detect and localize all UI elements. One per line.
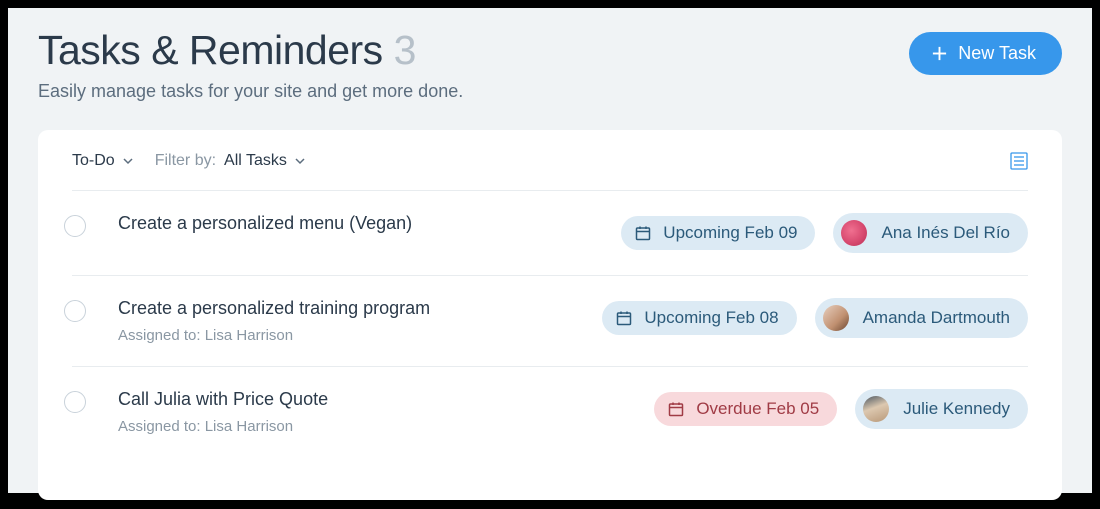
task-main[interactable]: Create a personalized training program As…	[104, 298, 584, 344]
header-row: Tasks & Reminders 3 Easily manage tasks …	[38, 28, 1062, 102]
status-filter[interactable]: To-Do	[72, 152, 133, 170]
calendar-icon	[635, 225, 651, 241]
assignee-pill[interactable]: Ana Inés Del Río	[833, 213, 1028, 253]
plus-icon	[931, 45, 948, 62]
chevron-down-icon	[123, 156, 133, 166]
due-date-pill[interactable]: Upcoming Feb 09	[621, 216, 815, 250]
task-checkbox[interactable]	[64, 391, 86, 413]
avatar	[841, 220, 867, 246]
chevron-down-icon	[295, 156, 305, 166]
avatar	[863, 396, 889, 422]
task-checkbox[interactable]	[64, 300, 86, 322]
filter-by-value: All Tasks	[224, 152, 287, 170]
calendar-icon	[616, 310, 632, 326]
task-main[interactable]: Call Julia with Price Quote Assigned to: …	[104, 389, 636, 435]
due-date-pill[interactable]: Upcoming Feb 08	[602, 301, 796, 335]
avatar	[823, 305, 849, 331]
list-view-icon[interactable]	[1010, 152, 1028, 170]
assignee-pill[interactable]: Julie Kennedy	[855, 389, 1028, 429]
due-date-label: Upcoming Feb 09	[663, 223, 797, 243]
due-date-pill[interactable]: Overdue Feb 05	[654, 392, 837, 426]
task-pills: Overdue Feb 05 Julie Kennedy	[654, 389, 1028, 429]
new-task-button[interactable]: New Task	[909, 32, 1062, 75]
task-assigned-to: Assigned to: Lisa Harrison	[118, 418, 636, 435]
task-pills: Upcoming Feb 09 Ana Inés Del Río	[621, 213, 1028, 253]
task-count: 3	[394, 27, 416, 73]
page-title: Tasks & Reminders 3	[38, 28, 463, 73]
filter-by[interactable]: Filter by: All Tasks	[155, 152, 305, 170]
task-row: Create a personalized menu (Vegan) Upcomi…	[72, 191, 1028, 276]
task-row: Call Julia with Price Quote Assigned to: …	[72, 367, 1028, 457]
task-title: Call Julia with Price Quote	[118, 389, 636, 410]
status-filter-label: To-Do	[72, 152, 115, 170]
task-title: Create a personalized training program	[118, 298, 584, 319]
due-date-label: Overdue Feb 05	[696, 399, 819, 419]
new-task-label: New Task	[958, 43, 1036, 64]
assignee-name: Ana Inés Del Río	[881, 223, 1010, 243]
filter-by-label: Filter by:	[155, 152, 216, 170]
calendar-icon	[668, 401, 684, 417]
page-subtitle: Easily manage tasks for your site and ge…	[38, 81, 463, 102]
assignee-name: Amanda Dartmouth	[863, 308, 1010, 328]
app-frame: Tasks & Reminders 3 Easily manage tasks …	[8, 8, 1092, 493]
assignee-pill[interactable]: Amanda Dartmouth	[815, 298, 1028, 338]
assignee-name: Julie Kennedy	[903, 399, 1010, 419]
task-checkbox[interactable]	[64, 215, 86, 237]
task-main[interactable]: Create a personalized menu (Vegan)	[104, 213, 603, 234]
task-list: Create a personalized menu (Vegan) Upcomi…	[72, 191, 1028, 457]
task-assigned-to: Assigned to: Lisa Harrison	[118, 327, 584, 344]
due-date-label: Upcoming Feb 08	[644, 308, 778, 328]
title-section: Tasks & Reminders 3 Easily manage tasks …	[38, 28, 463, 102]
task-title: Create a personalized menu (Vegan)	[118, 213, 603, 234]
filter-bar: To-Do Filter by: All Tasks	[72, 152, 1028, 191]
task-row: Create a personalized training program As…	[72, 276, 1028, 367]
task-pills: Upcoming Feb 08 Amanda Dartmouth	[602, 298, 1028, 338]
title-text: Tasks & Reminders	[38, 27, 383, 73]
task-panel: To-Do Filter by: All Tasks Create a pers…	[38, 130, 1062, 500]
